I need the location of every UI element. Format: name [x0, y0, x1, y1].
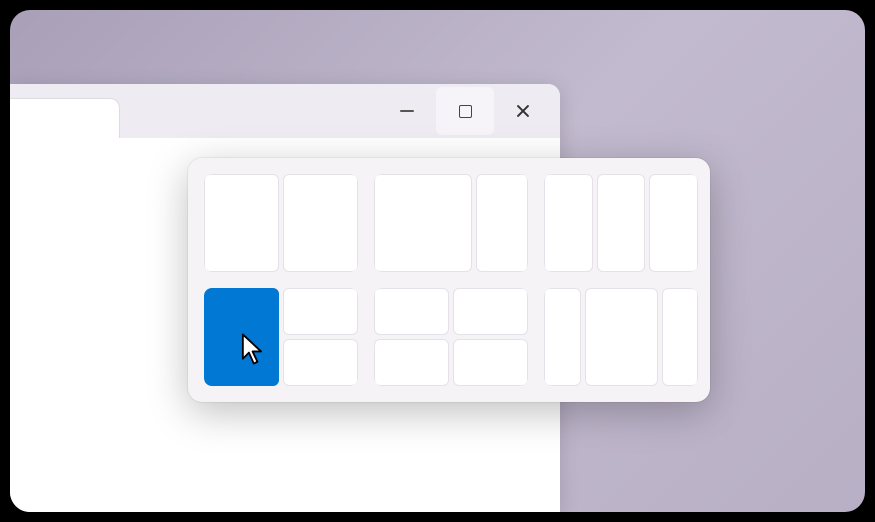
snap-zone[interactable]	[283, 288, 358, 335]
snap-layout-split-66-33[interactable]	[374, 174, 528, 272]
snap-layout-narrow-wide-narrow[interactable]	[544, 288, 698, 386]
caption-controls	[378, 84, 552, 138]
snap-zone[interactable]	[453, 288, 528, 335]
snap-zone[interactable]	[649, 174, 698, 272]
minimize-button[interactable]	[378, 87, 436, 135]
snap-zone[interactable]	[283, 174, 358, 272]
snap-layout-three-columns[interactable]	[544, 174, 698, 272]
snap-layout-split-50-50[interactable]	[204, 174, 358, 272]
snap-zone[interactable]	[374, 288, 449, 335]
snap-layout-left-half-right-stack[interactable]	[204, 288, 358, 386]
desktop-background	[10, 10, 865, 512]
snap-zone[interactable]	[544, 288, 581, 386]
snap-layout-four-quadrants[interactable]	[374, 288, 528, 386]
snap-zone[interactable]	[476, 174, 528, 272]
browser-tab[interactable]	[10, 98, 120, 138]
snap-layouts-flyout	[188, 158, 710, 402]
window-titlebar[interactable]	[10, 84, 560, 138]
close-button[interactable]	[494, 87, 552, 135]
snap-zone[interactable]	[585, 288, 658, 386]
snap-zone[interactable]	[374, 339, 449, 386]
snap-zone[interactable]	[453, 339, 528, 386]
close-icon	[515, 103, 531, 119]
snap-zone[interactable]	[662, 288, 699, 386]
snap-zone[interactable]	[283, 339, 358, 386]
snap-zone[interactable]	[374, 174, 472, 272]
maximize-button[interactable]	[436, 87, 494, 135]
maximize-icon	[459, 105, 472, 118]
snap-zone[interactable]	[597, 174, 646, 272]
snap-zone-selected[interactable]	[204, 288, 279, 386]
minimize-icon	[400, 110, 414, 112]
snap-zone[interactable]	[204, 174, 279, 272]
snap-zone[interactable]	[544, 174, 593, 272]
